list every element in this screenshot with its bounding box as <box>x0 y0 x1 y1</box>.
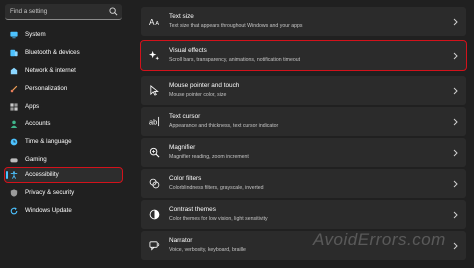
card-subtitle: Mouse pointer color, size <box>169 92 227 98</box>
mouse-pointer-icon <box>150 85 159 96</box>
chevron-right-icon <box>453 18 458 26</box>
watermark: AvoidErrors.com <box>313 230 446 249</box>
sidebar-item-label: Accounts <box>25 120 51 127</box>
sidebar-item-windows-update[interactable]: Windows Update <box>5 204 122 218</box>
card-title: Narrator <box>169 237 193 244</box>
narrator-icon <box>149 241 160 251</box>
sidebar-item-label: Apps <box>25 103 40 110</box>
card-color-filters[interactable]: Color filters Colorblindness filters, gr… <box>141 169 466 198</box>
bluetooth-icon <box>10 49 18 57</box>
search-input[interactable] <box>10 4 105 19</box>
text-size-icon: A A <box>149 18 159 27</box>
card-title: Text size <box>169 13 194 20</box>
search-box[interactable] <box>5 4 122 20</box>
globe-clock-icon <box>10 138 18 146</box>
accessibility-icon <box>10 171 18 179</box>
card-title: Visual effects <box>169 47 207 54</box>
card-subtitle: Scroll bars, transparency, animations, n… <box>169 57 301 63</box>
sidebar-item-time-language[interactable]: Time & language <box>5 135 122 149</box>
chevron-right-icon <box>453 87 458 95</box>
refresh-icon <box>10 207 18 215</box>
apps-icon <box>10 103 18 111</box>
sidebar-item-system[interactable]: System <box>5 28 122 42</box>
color-filter-icon <box>149 178 160 189</box>
sidebar-item-accounts[interactable]: Accounts <box>5 117 122 131</box>
sidebar-item-apps[interactable]: Apps <box>5 100 122 114</box>
sidebar-item-label: Bluetooth & devices <box>25 49 80 56</box>
sidebar-item-gaming[interactable]: Gaming <box>5 153 122 167</box>
card-visual-effects[interactable]: Visual effects Scroll bars, transparency… <box>140 40 467 71</box>
card-magnifier[interactable]: Magnifier Magnifier reading, zoom increm… <box>141 138 466 167</box>
sidebar: System Bluetooth & devices Network & int… <box>0 0 130 268</box>
sidebar-item-label: Time & language <box>25 138 72 145</box>
magnifier-icon <box>149 147 160 158</box>
card-subtitle: Appearance and thickness, text cursor in… <box>169 123 279 129</box>
chevron-right-icon <box>453 149 458 157</box>
svg-text:A: A <box>149 18 155 27</box>
card-subtitle: Magnifier reading, zoom increment <box>169 154 249 160</box>
sidebar-item-label: Windows Update <box>25 207 72 214</box>
text-cursor-icon: ab <box>149 116 160 126</box>
person-icon <box>10 120 18 128</box>
active-indicator <box>6 171 8 179</box>
card-subtitle: Colorblindness filters, grayscale, inver… <box>169 185 264 191</box>
sidebar-item-bluetooth[interactable]: Bluetooth & devices <box>5 46 122 60</box>
card-title: Color filters <box>169 175 202 182</box>
sparkle-icon <box>149 50 160 61</box>
card-subtitle: Voice, verbosity, keyboard, braille <box>169 247 246 253</box>
sidebar-item-accessibility[interactable]: Accessibility <box>4 167 123 183</box>
card-contrast-themes[interactable]: Contrast themes Color themes for low vis… <box>141 200 466 229</box>
card-title: Contrast themes <box>169 206 216 213</box>
search-icon[interactable] <box>109 7 118 16</box>
brush-icon <box>10 85 18 93</box>
card-mouse-pointer[interactable]: Mouse pointer and touch Mouse pointer co… <box>141 76 466 105</box>
card-title: Magnifier <box>169 144 196 151</box>
sidebar-item-personalization[interactable]: Personalization <box>5 82 122 96</box>
sidebar-item-privacy-security[interactable]: Privacy & security <box>5 186 122 200</box>
svg-text:ab: ab <box>149 117 157 126</box>
main-content: A A Text size Text size that appears thr… <box>138 0 474 268</box>
sidebar-item-label: System <box>25 31 46 38</box>
card-title: Mouse pointer and touch <box>169 82 240 89</box>
chevron-right-icon <box>453 118 458 126</box>
sidebar-item-label: Personalization <box>25 85 68 92</box>
chevron-right-icon <box>453 242 458 250</box>
svg-text:A: A <box>155 21 159 27</box>
chevron-right-icon <box>453 180 458 188</box>
sidebar-item-label: Accessibility <box>25 171 59 178</box>
monitor-icon <box>10 31 18 39</box>
card-title: Text cursor <box>169 113 201 120</box>
sidebar-item-label: Gaming <box>25 156 47 163</box>
controller-icon <box>10 158 18 163</box>
sidebar-item-label: Network & internet <box>25 67 76 74</box>
card-text-size[interactable]: A A Text size Text size that appears thr… <box>141 7 466 36</box>
contrast-icon <box>149 209 160 220</box>
card-text-cursor[interactable]: ab Text cursor Appearance and thickness,… <box>141 107 466 136</box>
sidebar-item-label: Privacy & security <box>25 189 75 196</box>
network-icon <box>10 67 18 75</box>
card-subtitle: Text size that appears throughout Window… <box>169 23 303 29</box>
chevron-right-icon <box>453 52 458 60</box>
card-subtitle: Color themes for low vision, light sensi… <box>169 216 268 222</box>
chevron-right-icon <box>453 211 458 219</box>
shield-icon <box>10 189 18 197</box>
sidebar-item-network[interactable]: Network & internet <box>5 64 122 78</box>
